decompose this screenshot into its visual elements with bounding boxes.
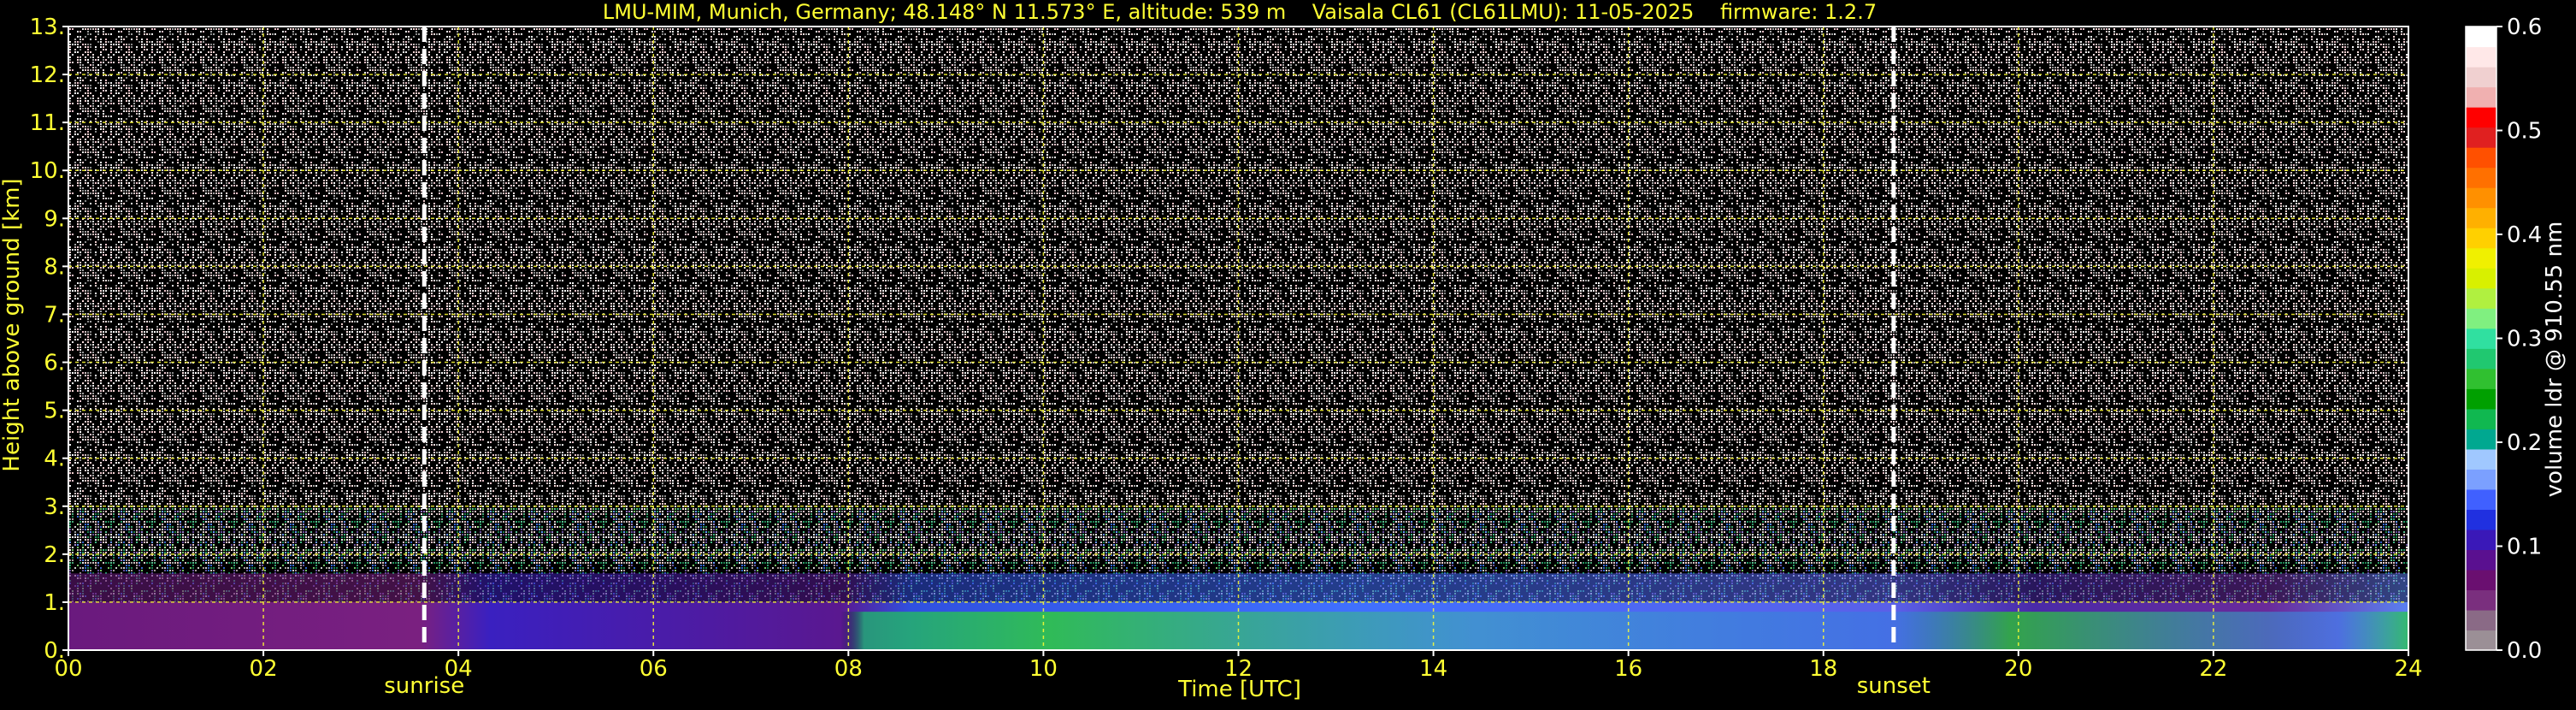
y-tick-label: 4. [44,447,65,472]
y-tick-label: 8. [44,254,65,280]
y-tick-label: 3. [44,494,65,520]
colorbar-segment [2466,228,2496,249]
y-tick-label: 6. [44,351,65,376]
colorbar-segment [2466,67,2496,88]
colorbar-segment [2466,187,2496,209]
x-tick-label: 04 [445,656,473,682]
x-tick-label: 10 [1029,656,1058,682]
colorbar-tick-label: 0.3 [2507,327,2542,352]
sunset-label: sunset [1857,673,1931,699]
colorbar-segment [2466,388,2496,410]
y-tick-label: 11. [30,110,65,136]
colorbar-segment [2466,328,2496,349]
colorbar-segment [2466,147,2496,169]
colorbar-tick-label: 0.5 [2507,119,2542,145]
colorbar-segment [2466,268,2496,289]
colorbar-segment [2466,509,2496,530]
colorbar-segment [2466,348,2496,370]
y-tick-label: 10. [30,158,65,184]
colorbar-segment [2466,247,2496,269]
colorbar-segment [2466,569,2496,591]
y-tick-label: 13. [30,15,65,40]
ldr-heatmap-chart: sunrise sunset 00 02 04 06 08 10 12 14 16 18 20 22 24… [0,0,2567,702]
y-tick-label: 12. [30,62,65,88]
y-tick-label: 7. [44,302,65,328]
y-tick-label: 5. [44,399,65,424]
colorbar-segment [2466,549,2496,571]
y-tick-label: 0. [44,638,65,664]
colorbar-segment [2466,287,2496,309]
colorbar-segment [2466,469,2496,490]
y-tick-label: 9. [44,206,65,232]
colorbar-segment [2466,448,2496,470]
colorbar-segment [2466,529,2496,551]
colorbar-segment [2466,46,2496,68]
colorbar: 0.0 0.1 0.2 0.3 0.4 0.5 0.6 [2465,15,2542,664]
x-tick-label: 08 [834,656,863,682]
y-axis-label: Height above ground [km] [0,178,25,471]
colorbar-segment [2466,27,2496,48]
x-tick-label: 02 [250,656,278,682]
colorbar-segment [2466,488,2496,510]
colorbar-segment [2466,368,2496,389]
x-tick-label: 24 [2394,656,2422,682]
colorbar-segment [2466,107,2496,128]
x-axis-label: Time [UTC] [1177,677,1301,702]
colorbar-tick-label: 0.6 [2507,15,2542,40]
x-tick-label: 06 [640,656,668,682]
colorbar-segment [2466,589,2496,611]
y-tick-label: 2. [44,542,65,568]
colorbar-segment [2466,630,2496,651]
colorbar-segment [2466,429,2496,450]
colorbar-tick-label: 0.4 [2507,222,2542,248]
y-tick-label: 1. [44,590,65,616]
colorbar-segment [2466,127,2496,148]
colorbar-segment [2466,609,2496,631]
colorbar-segment [2466,308,2496,329]
x-tick-label: 20 [2004,656,2032,682]
colorbar-segment [2466,167,2496,188]
colorbar-tick-label: 0.1 [2507,535,2542,560]
colorbar-segment [2466,207,2496,228]
colorbar-label: volume ldr @ 910.55 nm [2542,222,2567,498]
colorbar-segment [2466,408,2496,429]
colorbar-segment [2466,86,2496,108]
x-tick-label: 16 [1614,656,1642,682]
chart-title: LMU-MIM, Munich, Germany; 48.148° N 11.5… [603,0,1877,24]
colorbar-tick-label: 0.0 [2507,638,2542,664]
x-tick-label: 14 [1419,656,1447,682]
colorbar-tick-label: 0.2 [2507,430,2542,456]
x-tick-label: 18 [1809,656,1837,682]
x-tick-label: 22 [2199,656,2227,682]
ceilometer-figure: sunrise sunset 00 02 04 06 08 10 12 14 16 18 20 22 24… [0,0,2576,707]
